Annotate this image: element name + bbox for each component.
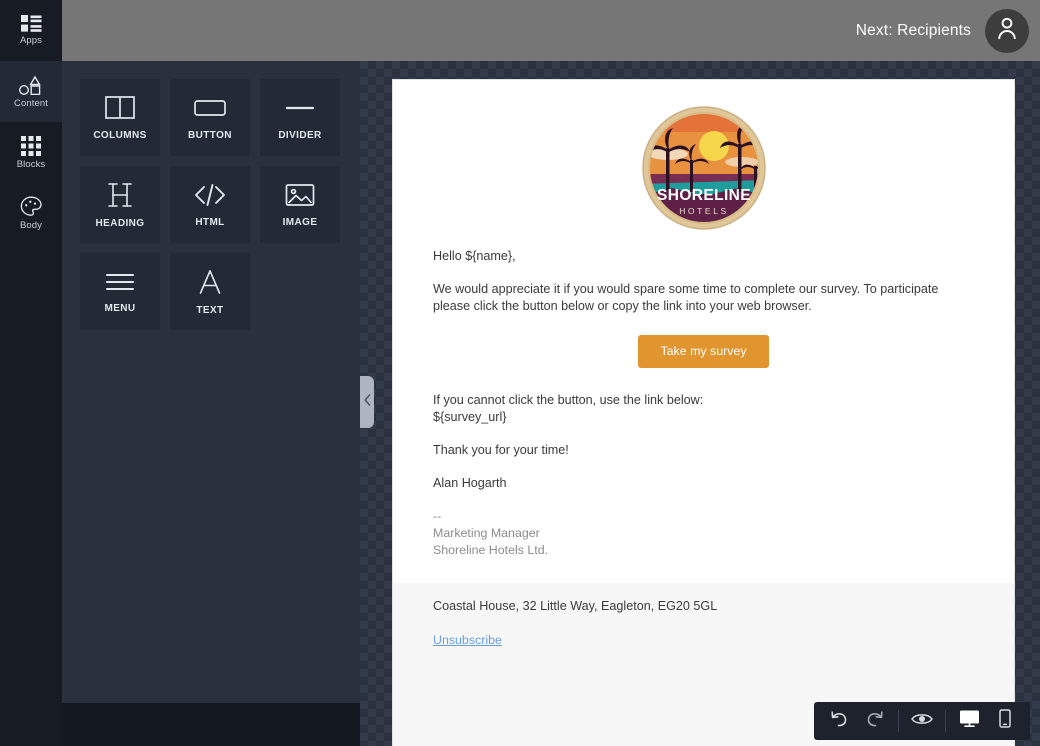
divider-icon	[285, 95, 315, 121]
text-icon	[197, 268, 223, 296]
sidebar-item-blocks-label: Blocks	[16, 158, 46, 170]
desktop-icon	[959, 709, 980, 733]
block-tile-menu[interactable]: MENU	[80, 253, 160, 330]
logo-subbrand-text: HOTELS	[679, 206, 729, 216]
palette-icon	[20, 196, 42, 217]
blocks-grid: COLUMNS BUTTON DIVIDER HEADING HTML IMAG…	[62, 61, 360, 330]
undo-button[interactable]	[826, 708, 852, 734]
email-text-block[interactable]: Hello ${name}, We would appreciate it if…	[433, 248, 974, 315]
block-tile-html[interactable]: HTML	[170, 166, 250, 243]
block-tile-columns-label: COLUMNS	[93, 129, 147, 141]
sidebar-item-body[interactable]: Body	[0, 183, 62, 244]
block-tile-image-label: IMAGE	[282, 216, 318, 228]
shapes-icon	[18, 75, 44, 95]
block-tile-button-label: BUTTON	[188, 129, 232, 141]
image-icon	[285, 182, 315, 208]
content-blocks-panel: COLUMNS BUTTON DIVIDER HEADING HTML IMAG…	[62, 61, 360, 703]
sidebar-item-blocks[interactable]: Blocks	[0, 122, 62, 183]
user-avatar-icon	[994, 15, 1020, 46]
block-tile-divider-label: DIVIDER	[278, 129, 322, 141]
blocks-grid-icon	[21, 135, 41, 156]
undo-icon	[829, 709, 849, 734]
signature-company: Shoreline Hotels Ltd.	[433, 542, 549, 557]
mobile-icon	[999, 709, 1011, 733]
button-icon	[194, 95, 226, 121]
preview-button[interactable]	[909, 708, 935, 734]
block-tile-columns[interactable]: COLUMNS	[80, 79, 160, 156]
heading-icon	[106, 181, 134, 209]
sidebar-item-content[interactable]: Content	[0, 61, 62, 122]
canvas-toolbar	[814, 702, 1030, 740]
block-tile-image[interactable]: IMAGE	[260, 166, 340, 243]
block-tile-text[interactable]: TEXT	[170, 253, 250, 330]
sidebar-item-apps-label: Apps	[19, 35, 43, 46]
email-sender-name: Alan Hogarth	[433, 475, 507, 490]
code-icon	[194, 182, 226, 208]
email-logo-block[interactable]: SHORELINE HOTELS	[433, 98, 974, 248]
block-tile-divider[interactable]: DIVIDER	[260, 79, 340, 156]
eye-icon	[911, 711, 933, 732]
email-signature-block[interactable]: -- Marketing Manager Shoreline Hotels Lt…	[433, 508, 974, 559]
take-survey-button[interactable]: Take my survey	[638, 335, 769, 368]
avatar[interactable]	[985, 8, 1029, 53]
desktop-view-button[interactable]	[956, 708, 982, 734]
mobile-view-button[interactable]	[992, 708, 1018, 734]
signature-dash: --	[433, 508, 442, 523]
email-thanks: Thank you for your time!	[433, 442, 569, 457]
email-survey-url: ${survey_url}	[433, 409, 507, 424]
toolbar-divider-2	[945, 710, 946, 732]
next-step-button[interactable]: Next: Recipients	[856, 22, 971, 40]
apps-grid-icon	[20, 15, 42, 32]
email-builder-app: Apps Content Blocks Body Next: Recipient…	[0, 0, 1040, 746]
block-tile-heading-label: HEADING	[95, 217, 145, 229]
company-address: Coastal House, 32 Little Way, Eagleton, …	[433, 598, 718, 613]
toolbar-divider-1	[898, 710, 899, 732]
redo-button[interactable]	[862, 708, 888, 734]
block-tile-button[interactable]: BUTTON	[170, 79, 250, 156]
sidebar-item-apps[interactable]: Apps	[0, 0, 62, 61]
chevron-left-icon	[363, 393, 371, 411]
email-button-block: Take my survey	[433, 335, 974, 368]
block-tile-text-label: TEXT	[196, 304, 224, 316]
columns-icon	[105, 95, 135, 121]
email-canvas-area: SHORELINE HOTELS Hello ${name}, We would…	[360, 61, 1040, 746]
shoreline-hotels-logo: SHORELINE HOTELS	[641, 106, 766, 230]
app-header: Next: Recipients	[62, 0, 1040, 61]
block-tile-html-label: HTML	[195, 216, 225, 228]
email-footer-block[interactable]: Coastal House, 32 Little Way, Eagleton, …	[393, 582, 1014, 669]
redo-icon	[865, 709, 885, 734]
panel-collapse-handle[interactable]	[360, 376, 374, 428]
email-main-block: SHORELINE HOTELS Hello ${name}, We would…	[393, 80, 1014, 583]
email-fallback-line: If you cannot click the button, use the …	[433, 392, 704, 407]
email-intro: We would appreciate it if you would spar…	[433, 282, 939, 313]
unsubscribe-link[interactable]: Unsubscribe	[433, 632, 502, 649]
menu-icon	[105, 270, 135, 294]
email-greeting: Hello ${name},	[433, 249, 516, 263]
block-tile-menu-label: MENU	[104, 302, 136, 314]
email-document[interactable]: SHORELINE HOTELS Hello ${name}, We would…	[392, 79, 1015, 746]
sidebar-item-body-label: Body	[19, 220, 43, 231]
block-tile-heading[interactable]: HEADING	[80, 166, 160, 243]
sidebar-item-content-label: Content	[14, 97, 48, 109]
left-nav-rail: Apps Content Blocks Body	[0, 0, 62, 746]
email-fallback-block[interactable]: If you cannot click the button, use the …	[433, 392, 974, 492]
signature-title: Marketing Manager	[433, 525, 540, 540]
logo-brand-text: SHORELINE	[656, 187, 750, 204]
